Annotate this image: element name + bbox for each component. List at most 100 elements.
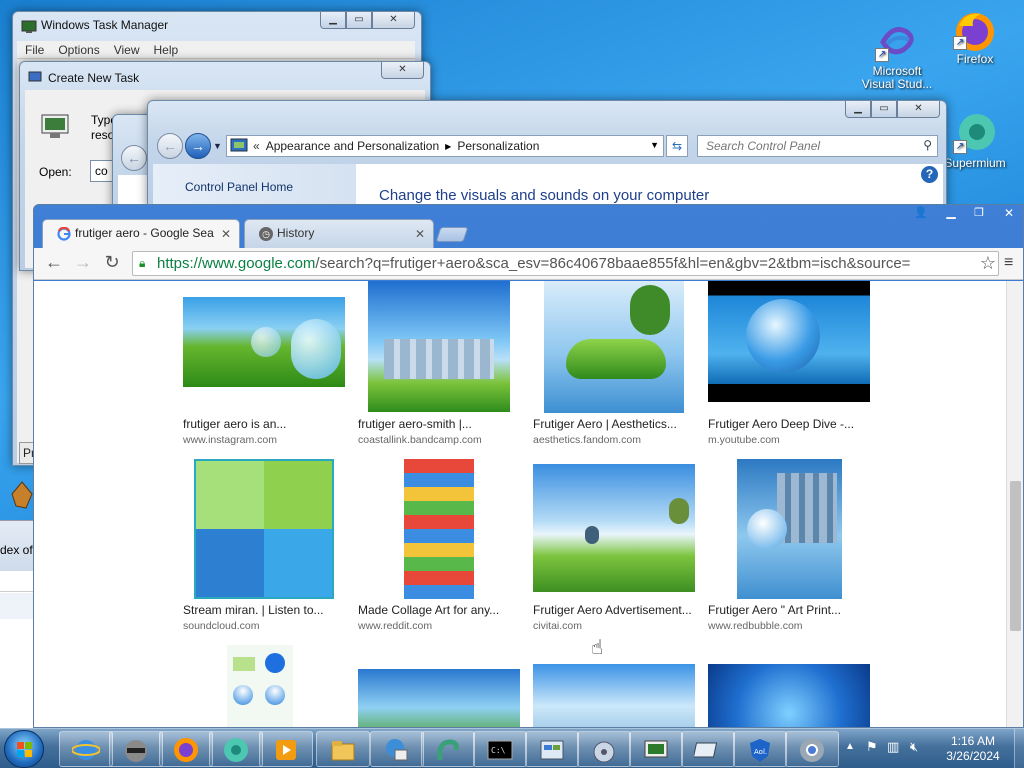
back-button[interactable]: ← <box>121 145 147 171</box>
image-result-2[interactable] <box>368 281 510 412</box>
back-button[interactable]: ← <box>157 133 183 159</box>
maximize-button[interactable]: ▭ <box>871 101 897 118</box>
minimize-button[interactable]: ▁ <box>938 205 964 222</box>
forward-button[interactable]: → <box>185 133 211 159</box>
image-result-3[interactable] <box>544 281 684 413</box>
taskbar-media-center[interactable] <box>577 731 631 767</box>
minimize-button[interactable]: ▁ <box>845 101 871 118</box>
media-center-icon <box>593 741 615 763</box>
taskbar-snake-app[interactable] <box>421 731 475 767</box>
bookmark-star-icon[interactable]: ☆ <box>975 252 996 275</box>
tab-history[interactable]: ◷ History ✕ <box>244 219 434 248</box>
address-dropdown-icon[interactable]: ▼ <box>650 140 659 150</box>
image-result-10[interactable] <box>358 669 520 727</box>
image-result-12[interactable] <box>708 664 870 727</box>
tab-frutiger-aero[interactable]: frutiger aero - Google Sea ✕ <box>42 219 240 248</box>
taskbar-task-manager-app[interactable] <box>629 731 683 767</box>
desktop-icon-supermium[interactable]: ↗ Supermium <box>935 112 1015 170</box>
image-result-4[interactable] <box>708 281 870 402</box>
result-title[interactable]: Made Collage Art for any... <box>358 603 499 617</box>
start-button[interactable] <box>4 730 44 768</box>
menu-options[interactable]: Options <box>52 41 107 58</box>
new-tab-button[interactable] <box>435 227 469 242</box>
result-title[interactable]: Frutiger Aero " Art Print... <box>708 603 841 617</box>
firefox-icon <box>174 738 198 762</box>
breadcrumb-overflow[interactable]: « <box>253 139 260 153</box>
result-site[interactable]: civitai.com <box>533 620 582 632</box>
taskbar-command-prompt[interactable]: C:\ <box>473 731 527 767</box>
profile-button[interactable]: 👤 <box>908 205 934 222</box>
tab-label: frutiger aero - Google Sea <box>75 226 214 240</box>
result-title[interactable]: Frutiger Aero | Aesthetics... <box>533 417 677 431</box>
result-site[interactable]: m.youtube.com <box>708 434 780 446</box>
taskbar-control-panel-app[interactable] <box>525 731 579 767</box>
close-button[interactable]: ✕ <box>381 62 424 79</box>
scrollbar-thumb[interactable] <box>1010 481 1021 631</box>
back-button[interactable]: ← <box>42 251 66 273</box>
chrome-browser-window[interactable]: 👤 ▁ ❐ ✕ frutiger aero - Google Sea ✕ ◷ H… <box>33 204 1024 728</box>
show-desktop-button[interactable] <box>1014 729 1024 768</box>
taskbar-supermium[interactable] <box>209 731 263 767</box>
minimize-button[interactable]: ▁ <box>320 12 346 29</box>
result-site[interactable]: aesthetics.fandom.com <box>533 434 641 446</box>
taskbar-defender[interactable]: Aol. <box>733 731 787 767</box>
result-site[interactable]: www.instagram.com <box>183 434 277 446</box>
forward-button[interactable]: → <box>71 251 95 273</box>
menu-help[interactable]: Help <box>148 41 187 58</box>
taskbar-internet-explorer[interactable] <box>59 731 113 767</box>
image-result-11[interactable] <box>533 664 695 727</box>
maximize-button[interactable]: ❐ <box>966 205 992 222</box>
image-result-6[interactable] <box>404 459 474 599</box>
tab-close-icon[interactable]: ✕ <box>217 227 231 241</box>
result-site[interactable]: coastallink.bandcamp.com <box>358 434 482 446</box>
close-button[interactable]: ✕ <box>897 101 940 118</box>
taskbar-firefox[interactable] <box>159 731 213 767</box>
taskbar-media-player[interactable] <box>259 731 313 767</box>
refresh-button[interactable]: ⇆ <box>666 135 688 157</box>
image-result-1[interactable] <box>183 297 345 387</box>
recent-pages-dropdown[interactable]: ▼ <box>213 141 222 151</box>
result-title[interactable]: Stream miran. | Listen to... <box>183 603 324 617</box>
reload-button[interactable]: ↻ <box>100 251 124 273</box>
maximize-button[interactable]: ▭ <box>346 12 372 29</box>
taskbar-chrome[interactable] <box>785 731 839 767</box>
breadcrumb-appearance[interactable]: Appearance and Personalization <box>266 139 439 153</box>
result-title[interactable]: Frutiger Aero Deep Dive -... <box>708 417 854 431</box>
desktop-icon-partial[interactable] <box>10 480 34 510</box>
control-panel-home-link[interactable]: Control Panel Home <box>185 180 293 194</box>
taskbar-run-dialog-app[interactable] <box>681 731 735 767</box>
result-site[interactable]: soundcloud.com <box>183 620 259 632</box>
desktop-icon-visual-studio[interactable]: ↗ Microsoft Visual Stud... <box>857 20 937 91</box>
vertical-scrollbar[interactable] <box>1006 281 1023 727</box>
clock[interactable]: 1:16 AM 3/26/2024 <box>936 734 1010 764</box>
image-result-5[interactable] <box>194 459 334 599</box>
address-bar[interactable]: « Appearance and Personalization ▶ Perso… <box>226 135 664 157</box>
taskbar-file-explorer[interactable] <box>316 731 370 767</box>
desktop-icon-firefox[interactable]: ↗ Firefox <box>935 8 1015 66</box>
result-title[interactable]: frutiger aero-smith |... <box>358 417 472 431</box>
image-result-7[interactable] <box>533 464 695 592</box>
menu-view[interactable]: View <box>108 41 148 58</box>
result-site[interactable]: www.reddit.com <box>358 620 432 632</box>
result-title[interactable]: frutiger aero is an... <box>183 417 286 431</box>
search-control-panel-input[interactable]: Search Control Panel ⚲ <box>697 135 938 157</box>
action-center-icon[interactable]: ⚑ <box>866 739 878 755</box>
menu-file[interactable]: File <box>17 41 52 58</box>
result-site[interactable]: www.redbubble.com <box>708 620 803 632</box>
close-button[interactable]: ✕ <box>996 205 1022 222</box>
network-icon[interactable]: ▥ <box>887 739 899 755</box>
volume-muted-icon[interactable]: 🔇︎ <box>910 739 918 755</box>
control-panel-window[interactable]: ▁ ▭ ✕ ← → ▼ « Appearance and Personaliza… <box>147 100 947 211</box>
tab-close-icon[interactable]: ✕ <box>415 227 425 241</box>
close-button[interactable]: ✕ <box>372 12 415 29</box>
omnibox[interactable]: 🔒︎ https://www.google.com/search?q=fruti… <box>132 251 999 276</box>
taskbar-raccoon-app[interactable] <box>109 731 163 767</box>
taskbar-system-app[interactable] <box>370 731 424 767</box>
breadcrumb-personalization[interactable]: Personalization <box>457 139 539 153</box>
show-hidden-icons-button[interactable]: ▲ <box>845 741 855 752</box>
result-title[interactable]: Frutiger Aero Advertisement... <box>533 603 692 617</box>
image-result-8[interactable] <box>737 459 842 599</box>
help-button[interactable]: ? <box>921 166 938 183</box>
chrome-menu-button[interactable]: ≡ <box>1004 252 1020 274</box>
image-result-9[interactable] <box>227 645 293 727</box>
